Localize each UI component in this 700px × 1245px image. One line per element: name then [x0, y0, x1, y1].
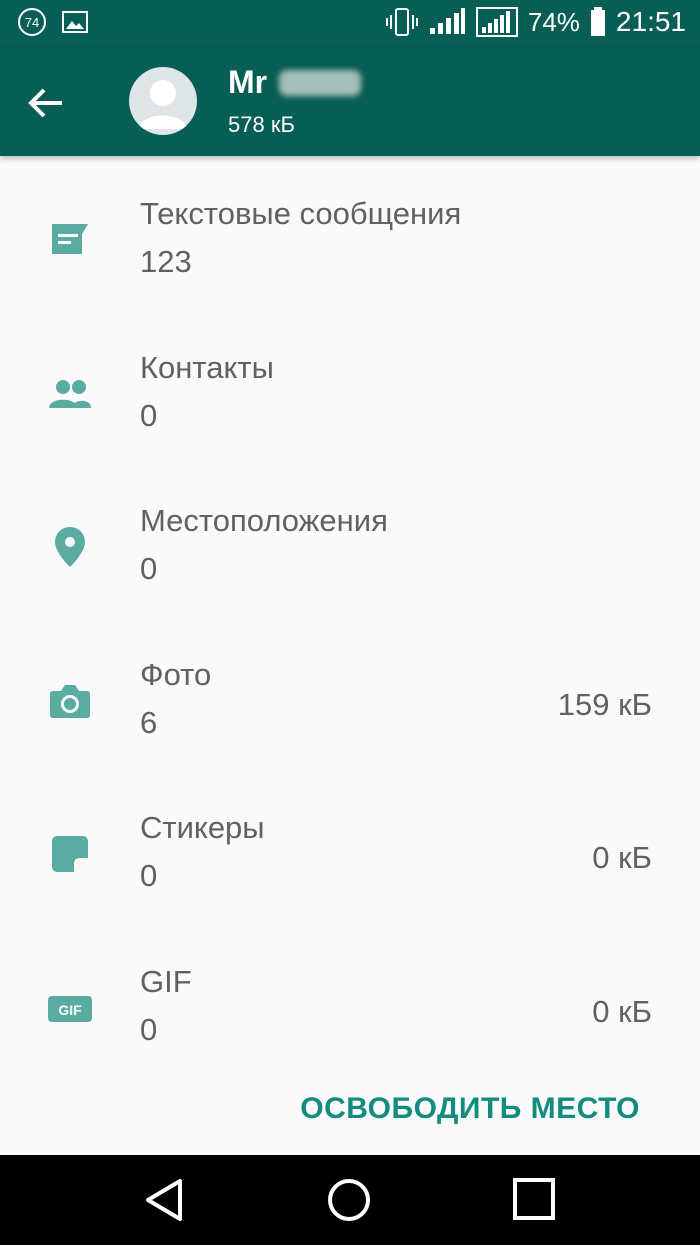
- storage-category-list: Текстовые сообщения 123 Контакты 0 Место…: [0, 156, 700, 1077]
- signal-sim1-icon: [429, 8, 465, 34]
- contact-name: Mr: [228, 64, 362, 101]
- row-count: 0: [140, 397, 158, 433]
- row-count: 0: [140, 858, 158, 893]
- row-size: 159 кБ: [557, 686, 652, 722]
- back-button[interactable]: [22, 78, 72, 128]
- row-count: 0: [140, 1011, 158, 1047]
- free-space-button[interactable]: ОСВОБОДИТЬ МЕСТО: [300, 1092, 640, 1126]
- battery-percent: 74%: [527, 6, 580, 37]
- arrow-back-icon: [28, 88, 62, 118]
- row-count: 0: [140, 551, 158, 586]
- row-count: 6: [140, 704, 158, 740]
- row-size: 0 кБ: [592, 993, 652, 1029]
- row-title: Фото: [140, 656, 212, 692]
- list-item: GIF GIF 0 0 кБ: [0, 924, 700, 1078]
- nav-recents-icon[interactable]: [512, 1177, 556, 1221]
- list-item: Фото 6 159 кБ: [0, 617, 700, 771]
- redacted-name: [279, 69, 362, 96]
- location-pin-icon: [55, 527, 85, 567]
- contacts-icon: [49, 379, 91, 408]
- status-bar: 74 74% 21:51: [0, 0, 700, 48]
- row-title: Стикеры: [140, 810, 265, 845]
- nav-home-icon[interactable]: [326, 1177, 372, 1223]
- list-item: Местоположения 0: [0, 463, 700, 617]
- camera-icon: [50, 684, 90, 718]
- svg-text:GIF: GIF: [58, 1002, 82, 1018]
- list-item: Контакты 0: [0, 310, 700, 464]
- avatar[interactable]: [129, 67, 197, 135]
- row-size: 0 кБ: [592, 840, 652, 875]
- row-title: GIF: [140, 963, 192, 999]
- image-notification-icon: [62, 11, 88, 33]
- sticker-icon: [52, 836, 88, 872]
- navigation-bar: [0, 1155, 700, 1245]
- list-item: Текстовые сообщения 123: [0, 156, 700, 310]
- clock: 21:51: [615, 6, 686, 37]
- gif-icon: GIF: [48, 995, 92, 1022]
- signal-sim2-icon: [475, 7, 518, 37]
- row-count: 123: [140, 244, 192, 279]
- contact-name-text: Mr: [228, 64, 268, 100]
- app-header: Mr 578 кБ: [0, 48, 700, 156]
- row-title: Контакты: [140, 349, 274, 385]
- default-avatar-icon: [139, 80, 187, 129]
- row-title: Местоположения: [140, 503, 388, 538]
- row-title: Текстовые сообщения: [140, 196, 462, 231]
- battery-icon: [590, 7, 605, 36]
- list-item: Стикеры 0 0 кБ: [0, 770, 700, 924]
- contact-storage-size: 578 кБ: [228, 112, 295, 137]
- nav-back-icon[interactable]: [140, 1177, 188, 1223]
- vibrate-icon: [385, 8, 418, 36]
- notification-count-icon: 74: [18, 8, 46, 36]
- message-icon: [52, 224, 88, 254]
